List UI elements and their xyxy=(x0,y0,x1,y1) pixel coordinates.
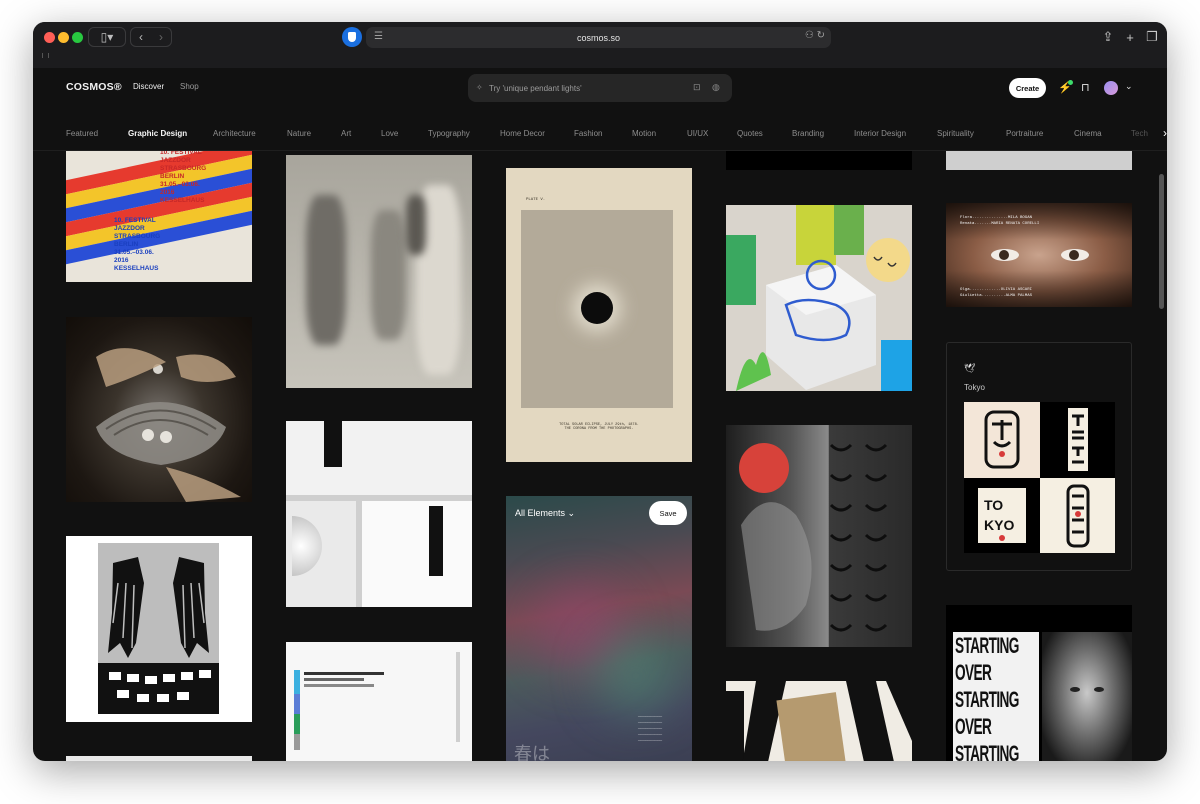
tab-overview-icon[interactable]: ❐ xyxy=(1142,27,1162,47)
close-window-button[interactable] xyxy=(44,32,55,43)
new-tab-icon[interactable]: + xyxy=(1120,27,1140,47)
chevron-down-icon[interactable]: ⌄ xyxy=(1125,81,1133,92)
tab-spirituality[interactable]: Spirituality xyxy=(937,129,974,138)
eyes-film-credits-tile[interactable]: Flora...............MILA BOGAN Renata...… xyxy=(946,203,1132,307)
starting-over-poster-tile[interactable]: STARTING OVER STARTING OVER STARTING xyxy=(946,605,1132,761)
pearl-shell-painting-tile[interactable] xyxy=(66,317,252,502)
save-button[interactable]: Save xyxy=(649,501,687,525)
credits-top: Flora...............MILA BOGAN Renata...… xyxy=(960,216,1040,226)
tab-branding[interactable]: Branding xyxy=(792,129,824,138)
plate-label: PLATE V. xyxy=(526,198,546,202)
search-input[interactable]: ✧ Try 'unique pendant lights' ⊡ ◍ xyxy=(468,74,732,102)
image-feed: 10. FESTIVAL JAZZDOR STRASBOURG BERLIN 3… xyxy=(33,151,1167,761)
tab-grip-icon xyxy=(42,53,49,58)
share-icon[interactable]: ⇪ xyxy=(1098,27,1118,47)
forward-icon[interactable]: › xyxy=(151,30,171,44)
nav-shop[interactable]: Shop xyxy=(180,82,199,91)
collection-title: Tokyo xyxy=(964,383,985,392)
privacy-shield-icon[interactable] xyxy=(342,27,362,47)
dark-image-tile[interactable] xyxy=(726,151,912,170)
cosmos-logo[interactable]: COSMOS® xyxy=(66,81,122,93)
poster-word: STARTING xyxy=(955,741,1019,761)
minimize-window-button[interactable] xyxy=(58,32,69,43)
page-menu-icon[interactable]: ☰ xyxy=(374,31,383,42)
zoom-window-button[interactable] xyxy=(72,32,83,43)
scrollbar[interactable] xyxy=(1159,174,1164,309)
poster-word: STARTING xyxy=(955,687,1019,712)
create-button[interactable]: Create xyxy=(1009,78,1046,98)
back-icon[interactable]: ‹ xyxy=(131,30,151,44)
gradient-poster-tile[interactable]: All Elements ⌄ Save ━━━━━━━━━━ ━━━━━━━━━… xyxy=(506,496,692,761)
chevron-right-icon[interactable]: › xyxy=(1149,126,1167,140)
poster-word: STARTING xyxy=(955,633,1019,658)
tab-graphic-design[interactable]: Graphic Design xyxy=(128,129,187,138)
search-placeholder: Try 'unique pendant lights' xyxy=(489,84,582,93)
tab-love[interactable]: Love xyxy=(381,129,398,138)
all-elements-dropdown[interactable]: All Elements ⌄ xyxy=(515,508,575,519)
sidebar-icon: ▯▾ xyxy=(100,30,114,44)
bookmark-icon[interactable]: ⊓ xyxy=(1081,81,1090,94)
face-collage-poster-tile[interactable] xyxy=(726,425,912,647)
tokyo-logo-grid: TO KYO xyxy=(964,402,1115,553)
url-text: cosmos.so xyxy=(576,32,620,43)
poster-word: OVER xyxy=(955,660,992,685)
history-nav: ‹ › xyxy=(130,27,172,47)
3d-character-illustration-tile[interactable] xyxy=(726,205,912,391)
tokyo-collection-card[interactable]: 🕊 Tokyo TO KYO xyxy=(946,342,1132,571)
nav-discover[interactable]: Discover xyxy=(133,82,164,91)
avatar[interactable] xyxy=(1104,81,1118,95)
tab-motion[interactable]: Motion xyxy=(632,129,656,138)
reload-icon[interactable]: ⚇ ↻ xyxy=(805,30,825,41)
tab-home-decor[interactable]: Home Decor xyxy=(500,129,545,138)
tab-nature[interactable]: Nature xyxy=(287,129,311,138)
typography-layout-doc-tile[interactable] xyxy=(286,642,472,761)
svg-text:TO: TO xyxy=(984,497,1003,513)
app-header: COSMOS® Discover Shop ✧ Try 'unique pend… xyxy=(33,68,1167,108)
svg-text:KYO: KYO xyxy=(984,517,1014,533)
browser-window: ▯▾ ‹ › ☰ cosmos.so ⚇ ↻ ⇪ + ❐ COSMOS® Dis… xyxy=(33,22,1167,761)
visual-search-icon[interactable]: ⊡ xyxy=(693,82,701,93)
tab-featured[interactable]: Featured xyxy=(66,129,98,138)
blurred-figures-photo-tile[interactable] xyxy=(286,155,472,388)
plate-caption: TOTAL SOLAR ECLIPSE, JULY 29th, 1878. TH… xyxy=(559,423,639,431)
tab-cinema[interactable]: Cinema xyxy=(1074,129,1102,138)
notification-dot xyxy=(1068,80,1073,85)
poster-small-text: ━━━━━━━━━━ ━━━━━━━━━━ ━━━━━━━━━━ ━━━━━━━… xyxy=(638,714,663,743)
tab-art[interactable]: Art xyxy=(341,129,351,138)
hands-illustration-tile[interactable] xyxy=(66,536,252,722)
credits-bottom: Olga.............OLIVIA ASCARI Giulietta… xyxy=(960,288,1033,298)
tab-fashion[interactable]: Fashion xyxy=(574,129,602,138)
tab-quotes[interactable]: Quotes xyxy=(737,129,763,138)
sparkle-icon: ✧ xyxy=(476,83,483,92)
category-tabs: Featured Graphic Design Architecture Nat… xyxy=(33,122,1167,144)
twitter-icon: 🕊 xyxy=(964,363,976,373)
chevron-down-icon: ⌄ xyxy=(567,508,576,518)
sidebar-toggle-button[interactable]: ▯▾ xyxy=(88,27,126,47)
light-image-tile[interactable] xyxy=(946,151,1132,170)
tab-interior-design[interactable]: Interior Design xyxy=(854,129,906,138)
poster-text-top: 10. FESTIVAL JAZZDOR STRASBOURG BERLIN 3… xyxy=(160,151,207,204)
all-elements-label: All Elements xyxy=(515,508,566,518)
browser-toolbar: ▯▾ ‹ › ☰ cosmos.so ⚇ ↻ ⇪ + ❐ xyxy=(33,22,1167,68)
tab-tech[interactable]: Tech xyxy=(1131,129,1148,138)
next-image-tile[interactable] xyxy=(66,756,252,761)
tab-portraiture[interactable]: Portraiture xyxy=(1006,129,1043,138)
kino-typography-tile[interactable] xyxy=(726,681,912,761)
poster-japanese-title: 春は xyxy=(514,744,550,761)
bw-layout-grid-tile[interactable] xyxy=(286,421,472,607)
poster-text: 10. FESTIVAL JAZZDOR STRASBOURG BERLIN 3… xyxy=(114,217,161,272)
tab-architecture[interactable]: Architecture xyxy=(213,129,256,138)
address-bar[interactable]: ☰ cosmos.so ⚇ ↻ xyxy=(366,27,831,48)
tab-typography[interactable]: Typography xyxy=(428,129,470,138)
tab-ui-ux[interactable]: UI/UX xyxy=(687,129,708,138)
jazzdor-poster-tile[interactable]: 10. FESTIVAL JAZZDOR STRASBOURG BERLIN 3… xyxy=(66,151,252,282)
poster-word: OVER xyxy=(955,714,992,739)
palette-icon[interactable]: ◍ xyxy=(712,82,720,93)
solar-eclipse-plate-tile[interactable]: PLATE V. TOTAL SOLAR ECLIPSE, JULY 29th,… xyxy=(506,168,692,462)
